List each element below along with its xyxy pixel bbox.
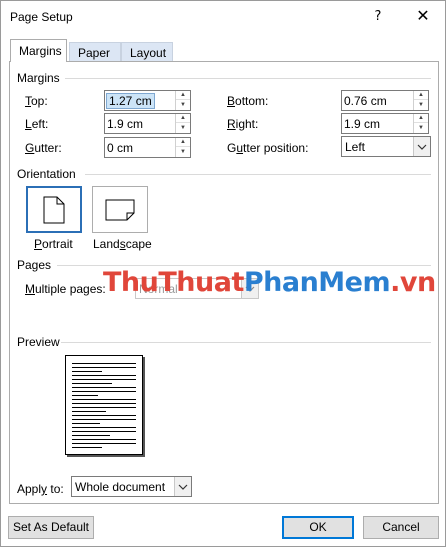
preview-page	[65, 355, 143, 455]
margins-divider	[65, 78, 431, 79]
spin-down-icon[interactable]: ▼	[176, 123, 190, 132]
left-margin-spinner[interactable]: 1.9 cm ▲ ▼	[104, 113, 191, 134]
watermark: ThuThuatPhanMem.vn	[103, 267, 436, 298]
right-label: Right:	[227, 117, 259, 131]
close-button[interactable]: ✕	[408, 5, 438, 29]
spin-down-icon[interactable]: ▼	[414, 123, 428, 132]
portrait-label: Portrait	[34, 237, 73, 251]
gutter-position-value: Left	[345, 140, 366, 154]
top-margin-spinner[interactable]: 1.27 cm ▲ ▼	[104, 90, 191, 111]
gutter-spinner[interactable]: 0 cm ▲ ▼	[104, 137, 191, 158]
spin-down-icon[interactable]: ▼	[176, 147, 190, 156]
right-margin-spinner[interactable]: 1.9 cm ▲ ▼	[341, 113, 429, 134]
landscape-page-icon	[105, 199, 135, 220]
gutter-position-select[interactable]: Left	[341, 136, 431, 157]
portrait-button[interactable]	[26, 186, 82, 233]
chevron-down-icon[interactable]	[174, 477, 191, 496]
landscape-button[interactable]	[92, 186, 148, 233]
tab-strip: Margins Paper Layout	[1, 39, 445, 62]
tab-layout[interactable]: Layout	[121, 42, 173, 62]
pages-divider	[57, 265, 431, 266]
page-setup-dialog: Page Setup ? ✕ Margins Paper Layout Marg…	[0, 0, 446, 547]
right-margin-value[interactable]: 1.9 cm	[344, 117, 380, 131]
orientation-section-title: Orientation	[17, 167, 76, 181]
chevron-down-icon[interactable]	[413, 137, 430, 156]
multiple-pages-label: Multiple pages:	[25, 282, 106, 296]
spin-up-icon[interactable]: ▲	[176, 138, 190, 147]
portrait-page-icon	[43, 196, 65, 223]
tab-paper[interactable]: Paper	[69, 42, 121, 62]
apply-to-value: Whole document	[75, 480, 166, 494]
help-button[interactable]: ?	[363, 5, 393, 29]
pages-section-title: Pages	[17, 258, 52, 272]
spin-up-icon[interactable]: ▲	[414, 114, 428, 123]
bottom-label: Bottom:	[227, 94, 269, 108]
gutter-label: Gutter:	[25, 141, 62, 155]
tab-margins[interactable]: Margins	[10, 39, 67, 62]
ok-button[interactable]: OK	[282, 516, 354, 539]
landscape-label: Landscape	[93, 237, 152, 251]
apply-to-select[interactable]: Whole document	[71, 476, 192, 497]
apply-to-label: Apply to:	[17, 482, 64, 496]
window-title: Page Setup	[10, 10, 73, 24]
left-margin-value[interactable]: 1.9 cm	[107, 117, 143, 131]
gutter-value[interactable]: 0 cm	[107, 141, 133, 155]
preview-section-title: Preview	[17, 335, 60, 349]
top-margin-value[interactable]: 1.27 cm	[106, 93, 155, 109]
left-label: Left:	[25, 117, 49, 131]
gutter-position-label: Gutter position:	[227, 141, 309, 155]
orientation-divider	[85, 174, 431, 175]
cancel-button[interactable]: Cancel	[363, 516, 439, 539]
top-label: Top:	[25, 94, 48, 108]
title-bar: Page Setup ? ✕	[1, 1, 445, 33]
preview-divider	[61, 342, 431, 343]
bottom-margin-value[interactable]: 0.76 cm	[344, 94, 387, 108]
bottom-margin-spinner[interactable]: 0.76 cm ▲ ▼	[341, 90, 429, 111]
spin-up-icon[interactable]: ▲	[176, 91, 190, 100]
margins-section-title: Margins	[17, 71, 60, 85]
spin-up-icon[interactable]: ▲	[414, 91, 428, 100]
spin-down-icon[interactable]: ▼	[176, 100, 190, 109]
set-as-default-button[interactable]: Set As Default	[8, 516, 94, 539]
spin-up-icon[interactable]: ▲	[176, 114, 190, 123]
spin-down-icon[interactable]: ▼	[414, 100, 428, 109]
